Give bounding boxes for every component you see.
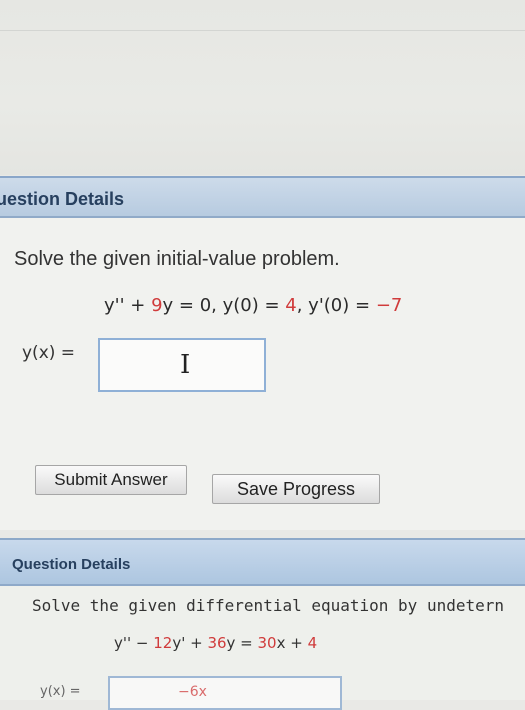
eq-coefficient: 30 xyxy=(257,634,277,652)
question-header: uestion Details xyxy=(0,178,525,218)
equation: y'' − 12y' + 36y = 30x + 4 xyxy=(114,634,317,652)
eq-part: x + xyxy=(276,634,308,652)
question-prompt: Solve the given initial-value problem. xyxy=(14,248,340,270)
eq-coefficient: 12 xyxy=(153,634,173,652)
eq-coefficient: 4 xyxy=(307,634,318,652)
eq-part: y' + xyxy=(172,634,208,652)
question-card-2: Question Details Solve the given differe… xyxy=(0,538,525,710)
eq-part: y = xyxy=(226,634,258,652)
text-cursor-icon: I xyxy=(180,350,191,380)
eq-part: y'' + xyxy=(104,295,152,316)
divider xyxy=(0,30,525,31)
eq-part: , y'(0) = xyxy=(296,295,376,316)
save-progress-button[interactable]: Save Progress xyxy=(212,474,380,504)
answer-input[interactable]: −6x xyxy=(108,676,342,710)
equation: y'' + 9y = 0, y(0) = 4, y'(0) = −7 xyxy=(104,295,402,316)
eq-part: y'' − xyxy=(114,634,154,652)
eq-coefficient: 36 xyxy=(207,634,227,652)
answer-partial-text: −6x xyxy=(178,684,207,700)
eq-coefficient: 9 xyxy=(151,295,163,316)
question-card-1: uestion Details Solve the given initial-… xyxy=(0,176,525,530)
submit-answer-button[interactable]: Submit Answer xyxy=(35,465,187,495)
page-top-blank xyxy=(0,0,525,175)
question-prompt: Solve the given differential equation by… xyxy=(32,596,505,615)
question-header-title: Question Details xyxy=(12,556,131,573)
eq-initial-derivative: −7 xyxy=(375,295,403,316)
answer-label: y(x) = xyxy=(40,684,81,699)
eq-initial-value: 4 xyxy=(285,295,297,316)
question-header-title: uestion Details xyxy=(0,189,125,209)
question-header: Question Details xyxy=(0,538,525,586)
eq-part: y = 0, y(0) = xyxy=(162,295,286,316)
answer-input[interactable]: I xyxy=(98,338,266,392)
answer-label: y(x) = xyxy=(22,343,76,363)
